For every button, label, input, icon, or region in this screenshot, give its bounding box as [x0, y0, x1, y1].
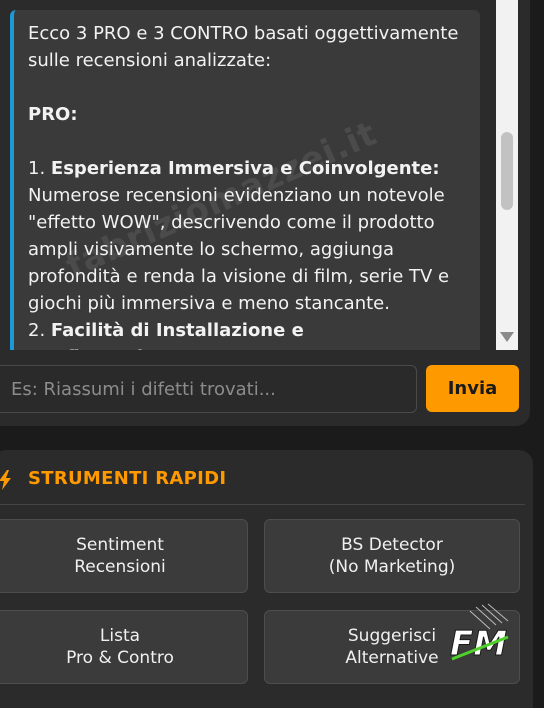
sentiment-reviews-button[interactable]: Sentiment Recensioni — [0, 519, 248, 593]
pro-point-1: 1. Esperienza Immersiva e Coinvolgente: … — [28, 158, 450, 314]
scrollbar-thumb[interactable] — [501, 132, 513, 210]
scroll-down-arrow-icon[interactable] — [500, 332, 514, 342]
chat-panel: Ecco 3 PRO e 3 CONTRO basati oggettivame… — [0, 0, 530, 426]
send-button[interactable]: Invia — [426, 365, 519, 412]
pro-contro-list-button[interactable]: Lista Pro & Contro — [0, 610, 248, 684]
pro-point-1-title: Esperienza Immersiva e Coinvolgente: — [50, 158, 440, 179]
assistant-message: Ecco 3 PRO e 3 CONTRO basati oggettivame… — [10, 10, 480, 350]
lightning-bolt-icon — [0, 470, 11, 490]
chat-scroll-area[interactable]: Ecco 3 PRO e 3 CONTRO basati oggettivame… — [0, 0, 530, 350]
chat-input-row: Invia — [0, 365, 530, 413]
pro-point-2-title: Facilità di Installazione e Configurazio… — [28, 320, 304, 350]
quick-tools-header: STRUMENTI RAPIDI — [0, 450, 525, 505]
message-intro: Ecco 3 PRO e 3 CONTRO basati oggettivame… — [28, 23, 459, 71]
chat-scrollbar[interactable] — [496, 0, 518, 350]
chat-input[interactable] — [0, 365, 417, 413]
pro-point-1-text: Numerose recensioni evidenziano un notev… — [28, 185, 450, 314]
pro-point-2: 2. Facilità di Installazione e Configura… — [28, 317, 468, 350]
pro-heading: PRO: — [28, 104, 78, 125]
quick-tools-title: STRUMENTI RAPIDI — [28, 468, 227, 489]
fm-logo: FM — [450, 603, 509, 665]
bs-detector-button[interactable]: BS Detector (No Marketing) — [264, 519, 520, 593]
